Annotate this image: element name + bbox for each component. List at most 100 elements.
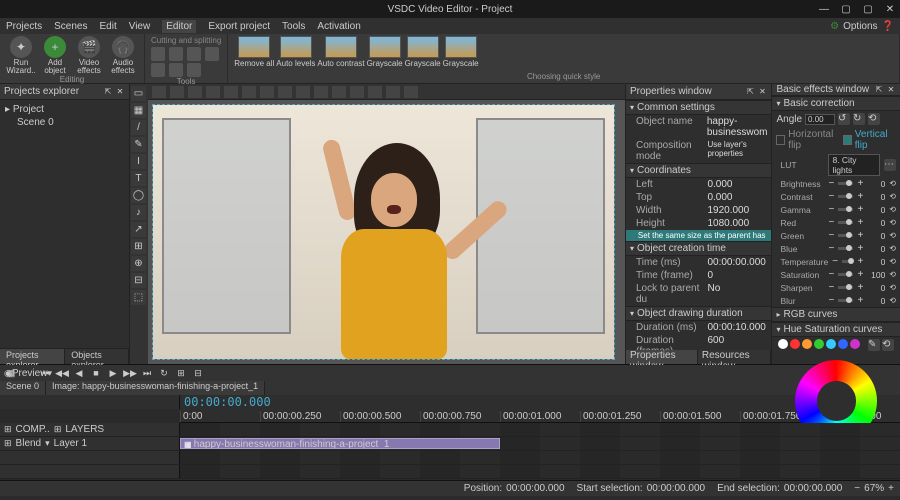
selected-image-object[interactable] <box>152 104 615 360</box>
tool-btn-2[interactable] <box>169 47 183 61</box>
hflip-checkbox[interactable] <box>776 135 785 145</box>
tool-btn-4[interactable] <box>205 47 219 61</box>
color-white[interactable] <box>778 339 788 349</box>
step-fwd-icon[interactable]: ▶▶ <box>123 367 137 379</box>
reset-icon[interactable]: ⟲ <box>889 283 896 292</box>
slider-track[interactable] <box>842 260 853 263</box>
color-cyan[interactable] <box>826 339 836 349</box>
increment-icon[interactable]: + <box>857 204 863 215</box>
slider-thumb[interactable] <box>846 206 852 212</box>
group-creation-time[interactable]: ▾Object creation time <box>626 241 771 256</box>
canvas-tool-7[interactable] <box>260 86 274 98</box>
reset-icon[interactable]: ⟲ <box>889 205 896 214</box>
canvas-tool-4[interactable] <box>206 86 220 98</box>
preview-dropdown[interactable]: ◉ Preview ▾ <box>21 367 35 379</box>
play-back-icon[interactable]: ◀ <box>72 367 86 379</box>
canvas-tool-15[interactable] <box>404 86 418 98</box>
slider-thumb[interactable] <box>846 271 852 277</box>
audio-effects-button[interactable]: 🎧 Audio effects <box>108 36 138 75</box>
prop-composition-mode[interactable]: Composition modeUse layer's properties <box>626 139 771 163</box>
tool-remove[interactable]: ⊟ <box>131 273 146 288</box>
group-drawing-duration[interactable]: ▾Object drawing duration <box>626 306 771 321</box>
canvas-tool-2[interactable] <box>170 86 184 98</box>
slider-thumb[interactable] <box>848 258 854 264</box>
tab-objects-explorer[interactable]: Objects explorer <box>65 349 129 364</box>
tool-line[interactable]: / <box>131 120 146 135</box>
tool-cursor[interactable]: I <box>131 154 146 169</box>
increment-icon[interactable]: + <box>857 282 863 293</box>
canvas-tool-12[interactable] <box>350 86 364 98</box>
tool-text[interactable]: T <box>131 171 146 186</box>
slider-thumb[interactable] <box>846 193 852 199</box>
minimize-button[interactable]: — <box>818 4 830 15</box>
tool-btn-6[interactable] <box>169 63 183 77</box>
pin-icon[interactable]: ⇱ <box>103 87 113 97</box>
tab-properties-window[interactable]: Properties window <box>626 350 698 364</box>
decrement-icon[interactable]: − <box>828 204 834 215</box>
zoom-in-icon[interactable]: + <box>888 483 894 494</box>
menu-tools[interactable]: Tools <box>282 21 305 32</box>
slider-track[interactable] <box>838 247 853 250</box>
tool-add[interactable]: ⊕ <box>131 256 146 271</box>
color-magenta[interactable] <box>850 339 860 349</box>
prop-left[interactable]: Left0.000 <box>626 178 771 191</box>
menu-activation[interactable]: Activation <box>317 21 360 32</box>
decrement-icon[interactable]: − <box>828 282 834 293</box>
track-lane[interactable] <box>180 465 900 478</box>
tool-btn-3[interactable] <box>187 47 201 61</box>
menu-view[interactable]: View <box>129 21 151 32</box>
track-lane[interactable] <box>180 451 900 464</box>
help-icon[interactable]: ❓ <box>882 21 894 32</box>
btn-same-size-as-parent[interactable]: Set the same size as the parent has <box>626 230 771 241</box>
canvas-tool-9[interactable] <box>296 86 310 98</box>
color-red[interactable] <box>790 339 800 349</box>
slider-track[interactable] <box>838 273 853 276</box>
tool-rect[interactable]: ⬚ <box>131 290 146 305</box>
angle-input[interactable] <box>805 114 835 125</box>
slider-thumb[interactable] <box>846 180 852 186</box>
slider-thumb[interactable] <box>846 219 852 225</box>
style-auto-levels[interactable]: Auto levels <box>276 36 315 68</box>
slider-track[interactable] <box>838 195 853 198</box>
increment-icon[interactable]: + <box>857 230 863 241</box>
decrement-icon[interactable]: − <box>828 230 834 241</box>
tool-pen[interactable]: ✎ <box>131 137 146 152</box>
reset-icon[interactable]: ⟲ <box>889 179 896 188</box>
rotate-ccw-icon[interactable]: ↺ <box>838 113 850 125</box>
decrement-icon[interactable]: − <box>828 269 834 280</box>
tab-projects-explorer[interactable]: Projects explorer <box>0 349 65 364</box>
prop-duration-frames[interactable]: Duration (frames)600 <box>626 334 771 350</box>
slider-thumb[interactable] <box>846 297 852 303</box>
tool-arrow[interactable]: ↗ <box>131 222 146 237</box>
tl-btn-a[interactable]: ⊞ <box>174 367 188 379</box>
tool-select[interactable]: ▭ <box>131 86 146 101</box>
menu-export[interactable]: Export project <box>208 21 270 32</box>
slider-track[interactable] <box>838 234 853 237</box>
increment-icon[interactable]: + <box>857 256 863 267</box>
group-coordinates[interactable]: ▾Coordinates <box>626 163 771 178</box>
prop-duration-ms[interactable]: Duration (ms)00:00:10.000 <box>626 321 771 334</box>
tool-grid[interactable]: ⊞ <box>131 239 146 254</box>
increment-icon[interactable]: + <box>857 295 863 306</box>
slider-thumb[interactable] <box>846 232 852 238</box>
slider-track[interactable] <box>838 208 853 211</box>
style-grayscale-2[interactable]: Grayscale <box>405 36 441 68</box>
style-grayscale-1[interactable]: Grayscale <box>367 36 403 68</box>
canvas-tool-1[interactable] <box>152 86 166 98</box>
tab-image-clip[interactable]: Image: happy-businesswoman-finishing-a-p… <box>46 381 265 395</box>
reset-icon[interactable]: ⟲ <box>889 244 896 253</box>
tree-project-root[interactable]: ▸ Project <box>5 103 124 116</box>
color-blue[interactable] <box>838 339 848 349</box>
tool-btn-1[interactable] <box>151 47 165 61</box>
zoom-out-icon[interactable]: − <box>854 483 860 494</box>
run-wizard-button[interactable]: ✦ Run Wizard.. <box>6 36 36 75</box>
menu-editor[interactable]: Editor <box>162 20 196 33</box>
tab-scene-0[interactable]: Scene 0 <box>0 381 46 395</box>
color-green[interactable] <box>814 339 824 349</box>
reset-icon[interactable]: ⟲ <box>868 113 880 125</box>
video-effects-button[interactable]: 🎬 Video effects <box>74 36 104 75</box>
rotate-cw-icon[interactable]: ↻ <box>853 113 865 125</box>
go-start-icon[interactable]: ⏮ <box>38 367 52 379</box>
reset-icon[interactable]: ⟲ <box>889 257 896 266</box>
track-header-comp[interactable]: ⊞ COMP.. ⊞ LAYERS <box>0 423 180 436</box>
